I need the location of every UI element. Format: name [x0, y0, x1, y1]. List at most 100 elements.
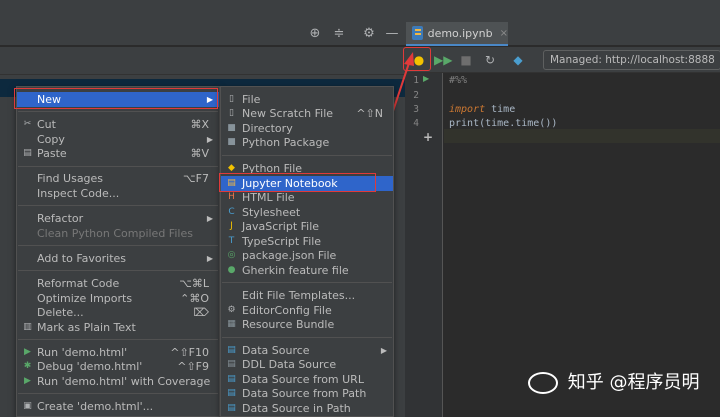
gear-icon: ⚙	[227, 305, 236, 315]
file-icon: ▯	[229, 94, 234, 104]
database-icon: ▤	[227, 388, 236, 398]
menu-item-python-package[interactable]: ■ Python Package	[221, 135, 393, 150]
divider	[18, 339, 218, 340]
menu-item-label: JavaScript File	[242, 220, 320, 233]
menu-item-file[interactable]: ▯ File	[221, 92, 393, 107]
shortcut-label: ^⇧F10	[170, 346, 209, 359]
menu-item-label: Stylesheet	[242, 206, 301, 219]
menu-item-inspect-code[interactable]: Inspect Code...	[17, 186, 219, 201]
menu-item-edit-templates[interactable]: Edit File Templates...	[221, 288, 393, 303]
menu-item-resource-bundle[interactable]: ▦ Resource Bundle	[221, 317, 393, 332]
menu-item-label: HTML File	[242, 191, 295, 204]
menu-item-label: Paste	[37, 147, 67, 160]
cucumber-icon: ●	[227, 265, 236, 275]
annotation-box-jupyter	[219, 173, 376, 192]
menu-item-run[interactable]: ▶ Run 'demo.html' ^⇧F10	[17, 345, 219, 360]
shortcut-label: ⌥F7	[182, 172, 209, 185]
run-icon: ▶	[24, 347, 31, 357]
shortcut-label: ^⇧N	[356, 107, 383, 120]
menu-item-label: Edit File Templates...	[242, 289, 356, 302]
menu-item-gherkin[interactable]: ● Gherkin feature file	[221, 263, 393, 278]
menu-item-label: Add to Favorites	[37, 252, 127, 265]
menu-item-create[interactable]: ▣ Create 'demo.html'...	[17, 399, 219, 414]
menu-item-data-source[interactable]: ▤ Data Source ▶	[221, 343, 393, 358]
menu-item-label: Reformat Code	[37, 277, 120, 290]
clipboard-icon: ▤	[23, 148, 32, 158]
menu-item-run-coverage[interactable]: ▶ Run 'demo.html' with Coverage	[17, 374, 219, 389]
text-file-icon: ▥	[23, 322, 32, 332]
bundle-icon: ▦	[227, 319, 236, 329]
menu-item-debug[interactable]: ✱ Debug 'demo.html' ^⇧F9	[17, 359, 219, 374]
menu-item-refactor[interactable]: Refactor ▶	[17, 211, 219, 226]
shortcut-label: ⌘X	[190, 118, 209, 131]
menu-item-add-favorites[interactable]: Add to Favorites ▶	[17, 251, 219, 266]
menu-item-paste[interactable]: ▤ Paste ⌘V	[17, 146, 219, 161]
watermark: 知乎 @程序员明	[528, 368, 718, 398]
ddl-icon: ▤	[227, 359, 236, 369]
folder-icon: ■	[227, 123, 236, 133]
menu-item-label: Optimize Imports	[37, 292, 133, 305]
menu-item-editorconfig[interactable]: ⚙ EditorConfig File	[221, 303, 393, 318]
menu-item-optimize-imports[interactable]: Optimize Imports ⌃⌘O	[17, 291, 219, 306]
divider	[18, 270, 218, 271]
submenu-arrow-icon: ▶	[206, 254, 213, 263]
menu-item-clean-python: Clean Python Compiled Files	[17, 226, 219, 241]
submenu-arrow-icon: ▶	[206, 214, 213, 223]
run-config-icon: ▣	[23, 401, 32, 411]
annotation-box-new	[14, 88, 218, 109]
watermark-text: 知乎 @程序员明	[567, 372, 700, 393]
menu-item-reformat[interactable]: Reformat Code ⌥⌘L	[17, 276, 219, 291]
menu-item-label: package.json File	[242, 249, 337, 262]
annotation-box-lightbulb	[403, 47, 431, 71]
database-icon: ▤	[227, 345, 236, 355]
menu-item-label: Mark as Plain Text	[37, 321, 136, 334]
menu-item-directory[interactable]: ■ Directory	[221, 121, 393, 136]
menu-item-label: DDL Data Source	[242, 358, 337, 371]
menu-item-typescript-file[interactable]: T TypeScript File	[221, 234, 393, 249]
menu-item-html-file[interactable]: H HTML File	[221, 190, 393, 205]
menu-item-label: EditorConfig File	[242, 304, 332, 317]
menu-item-label: Data Source in Path	[242, 402, 351, 415]
divider	[18, 205, 218, 206]
menu-item-label: Cut	[37, 118, 56, 131]
menu-item-label: Debug 'demo.html'	[37, 360, 143, 373]
menu-item-ds-url[interactable]: ▤ Data Source from URL	[221, 372, 393, 387]
menu-item-scratch-file[interactable]: ▯ New Scratch File ^⇧N	[221, 106, 393, 121]
menu-item-label: Run 'demo.html'	[37, 346, 128, 359]
html-icon: H	[228, 192, 235, 202]
menu-item-find-usages[interactable]: Find Usages ⌥F7	[17, 171, 219, 186]
menu-item-ds-in-path[interactable]: ▤ Data Source in Path	[221, 401, 393, 416]
shortcut-label: ⌥⌘L	[179, 277, 209, 290]
new-submenu: ▯ File ▯ New Scratch File ^⇧N ■ Director…	[220, 86, 394, 417]
menu-item-stylesheet[interactable]: C Stylesheet	[221, 205, 393, 220]
menu-item-javascript-file[interactable]: J JavaScript File	[221, 219, 393, 234]
shortcut-label: ⌃⌘O	[180, 292, 209, 305]
menu-item-label: Run 'demo.html' with Coverage	[37, 375, 211, 388]
menu-item-label: File	[242, 93, 261, 106]
divider	[222, 337, 392, 338]
divider	[18, 166, 218, 167]
divider	[222, 282, 392, 283]
menu-item-delete[interactable]: Delete... ⌦	[17, 305, 219, 320]
menu-item-ddl-source[interactable]: ▤ DDL Data Source	[221, 357, 393, 372]
context-menu: New ▶ ✂ Cut ⌘X Copy ▶ ▤ Paste ⌘V Find Us…	[16, 86, 220, 417]
menu-item-cut[interactable]: ✂ Cut ⌘X	[17, 117, 219, 132]
menu-item-ds-path[interactable]: ▤ Data Source from Path	[221, 386, 393, 401]
database-icon: ▤	[227, 403, 236, 413]
menu-item-label: Directory	[242, 122, 293, 135]
menu-item-label: Gherkin feature file	[242, 264, 349, 277]
shortcut-label: ^⇧F9	[177, 360, 209, 373]
menu-item-copy[interactable]: Copy ▶	[17, 132, 219, 147]
scratch-file-icon: ▯	[229, 108, 234, 118]
menu-item-label: Find Usages	[37, 172, 104, 185]
typescript-icon: T	[228, 236, 235, 246]
submenu-arrow-icon: ▶	[206, 135, 213, 144]
divider	[18, 245, 218, 246]
database-icon: ▤	[227, 374, 236, 384]
menu-item-label: Data Source	[242, 344, 310, 357]
menu-item-mark-plain-text[interactable]: ▥ Mark as Plain Text	[17, 320, 219, 335]
menu-item-label: Copy	[37, 133, 65, 146]
menu-item-package-json[interactable]: ◎ package.json File	[221, 248, 393, 263]
menu-item-label: Create 'demo.html'...	[37, 400, 154, 413]
scissors-icon: ✂	[23, 119, 32, 129]
